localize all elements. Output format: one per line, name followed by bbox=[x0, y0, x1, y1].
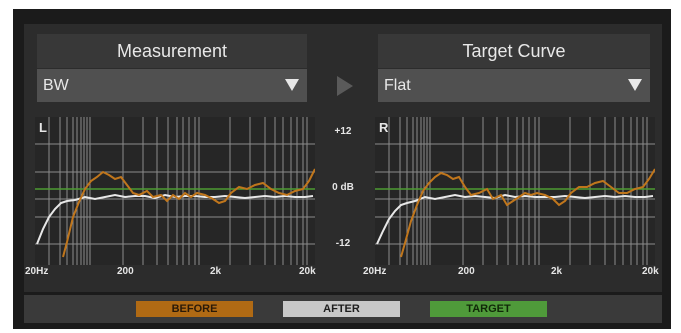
right-channel-graph: R bbox=[375, 117, 656, 265]
freq-label-right: 20k bbox=[642, 266, 659, 277]
legend-after[interactable]: AFTER bbox=[283, 301, 400, 317]
freq-label-left: 200 bbox=[117, 266, 134, 277]
db-scale-bottom: -12 bbox=[335, 238, 351, 249]
chevron-down-icon bbox=[628, 79, 642, 91]
freq-label-right: 20Hz bbox=[363, 266, 387, 277]
legend-target[interactable]: TARGET bbox=[430, 301, 547, 317]
play-icon[interactable] bbox=[337, 76, 353, 96]
target-curve-dropdown[interactable]: Flat bbox=[378, 69, 650, 102]
right-graph-svg bbox=[375, 117, 656, 265]
measurement-header: Measurement bbox=[37, 34, 307, 68]
left-channel-label: L bbox=[39, 120, 47, 135]
measurement-dropdown[interactable]: BW bbox=[37, 69, 307, 102]
freq-label-left: 20k bbox=[299, 266, 316, 277]
measurement-value: BW bbox=[43, 77, 69, 94]
left-channel-graph: L bbox=[35, 117, 316, 265]
freq-label-left: 2k bbox=[210, 266, 222, 277]
right-channel-label: R bbox=[379, 120, 389, 135]
legend-before[interactable]: BEFORE bbox=[136, 301, 253, 317]
chevron-down-icon bbox=[285, 79, 299, 91]
target-curve-value: Flat bbox=[384, 77, 411, 94]
db-scale-top: +12 bbox=[334, 126, 352, 137]
db-scale-mid: 0 dB bbox=[332, 182, 354, 193]
target-curve-header: Target Curve bbox=[378, 34, 650, 68]
freq-label-right: 2k bbox=[551, 266, 563, 277]
freq-label-right: 200 bbox=[458, 266, 475, 277]
freq-label-left: 20Hz bbox=[25, 266, 49, 277]
left-graph-svg bbox=[35, 117, 316, 265]
